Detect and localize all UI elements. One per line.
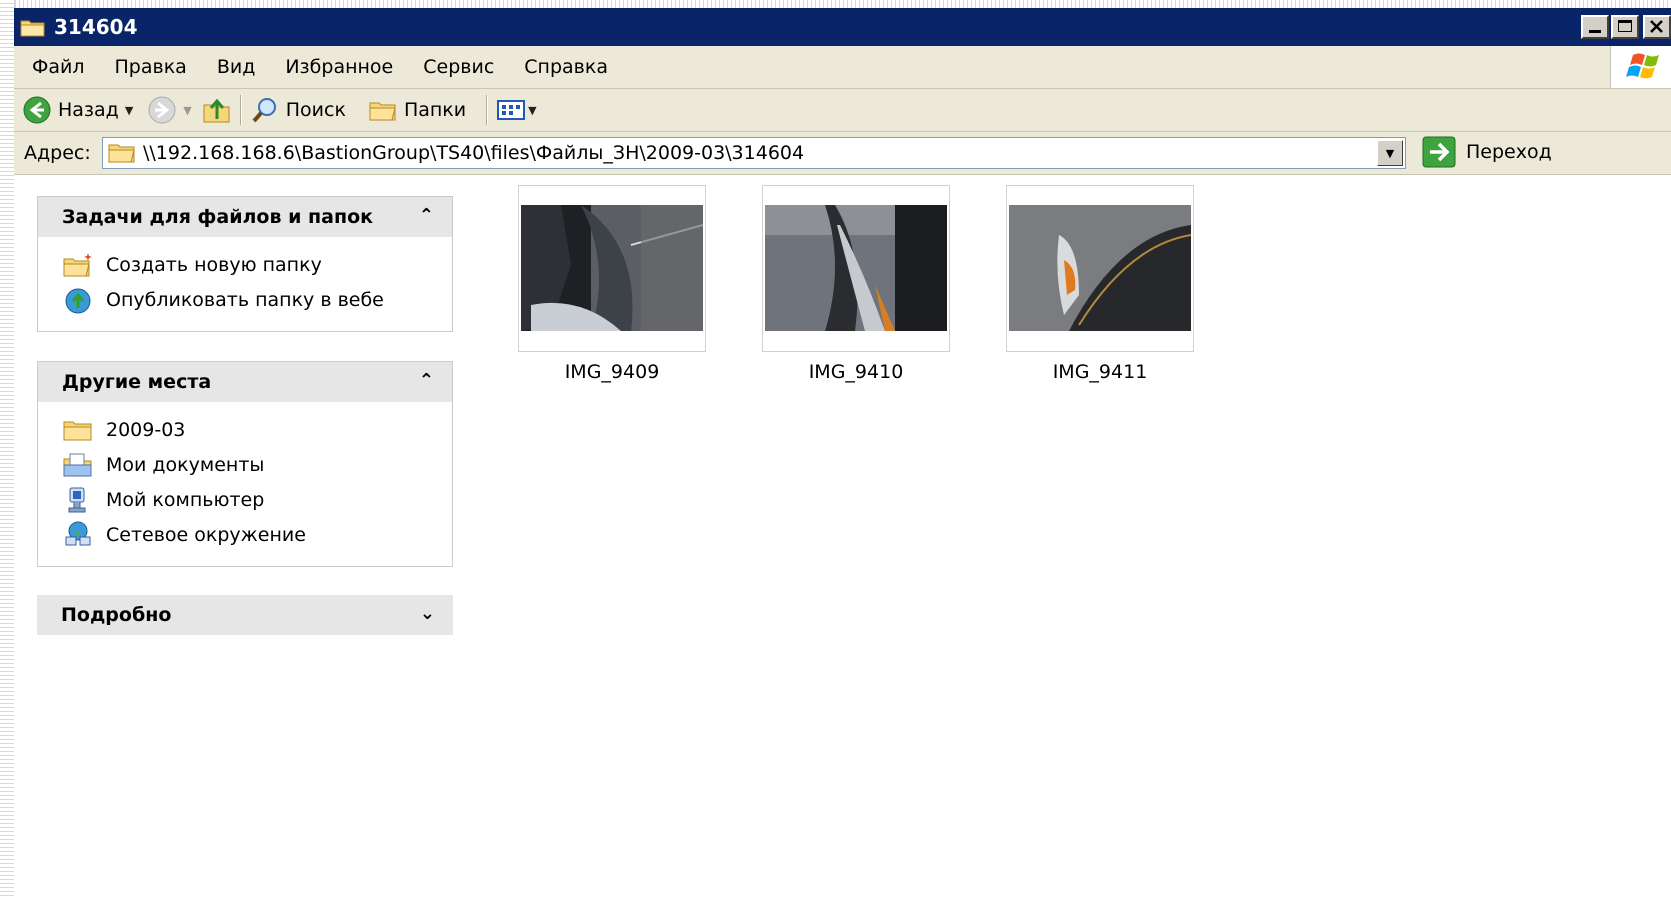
menu-file[interactable]: Файл — [32, 56, 85, 78]
views-icon — [497, 100, 526, 120]
details-pane-header[interactable]: Подробно ⌄ — [37, 595, 453, 635]
menu-favorites[interactable]: Избранное — [285, 56, 393, 78]
folder-icon — [20, 20, 45, 37]
address-path: \\192.168.168.6\BastionGroup\TS40\files\… — [143, 142, 805, 164]
toolbar: Назад ▼ ▼ Поиск Папки ▼ — [14, 89, 1671, 132]
other-places-pane-header[interactable]: Другие места ⌃ — [38, 362, 452, 402]
thumbnail-frame — [1006, 185, 1194, 352]
close-icon — [1650, 20, 1663, 33]
up-folder-button[interactable] — [202, 92, 232, 128]
folders-icon — [369, 102, 396, 121]
back-arrow-icon — [23, 96, 51, 124]
windows-logo — [1610, 46, 1671, 88]
search-button[interactable]: Поиск — [250, 92, 346, 128]
toolbar-separator — [239, 95, 242, 125]
place-network[interactable]: Сетевое окружение — [62, 517, 452, 552]
address-input[interactable]: \\192.168.168.6\BastionGroup\TS40\files\… — [102, 137, 1406, 169]
file-item[interactable]: IMG_9410 — [762, 185, 950, 383]
back-label: Назад — [58, 99, 119, 121]
place-network-label: Сетевое окружение — [106, 523, 306, 546]
publish-web-icon — [65, 288, 91, 313]
expand-chevron-icon[interactable]: ⌄ — [420, 603, 435, 624]
file-name: IMG_9411 — [1052, 361, 1148, 383]
explorer-window: 314604 Файл Правка Вид Избранное Сервис … — [14, 8, 1671, 899]
my-documents-icon — [63, 453, 92, 476]
task-publish-web[interactable]: Опубликовать папку в вебе — [62, 282, 452, 317]
page-border-top — [0, 0, 1671, 8]
menu-tools[interactable]: Сервис — [423, 56, 494, 78]
windows-flag-icon — [1626, 53, 1659, 79]
search-label: Поиск — [285, 99, 346, 121]
new-folder-icon — [63, 252, 92, 276]
minimize-button[interactable] — [1581, 15, 1609, 39]
menu-view[interactable]: Вид — [217, 56, 256, 78]
my-computer-icon — [68, 487, 86, 512]
page-border-left — [0, 0, 15, 899]
place-my-documents-label: Мои документы — [106, 453, 265, 476]
go-button[interactable]: Переход — [1422, 136, 1552, 168]
folder-up-icon — [203, 98, 230, 123]
place-my-computer[interactable]: Мой компьютер — [62, 482, 452, 517]
place-parent-folder-label: 2009-03 — [106, 418, 186, 441]
network-places-icon — [65, 521, 91, 545]
go-arrow-icon — [1422, 136, 1456, 168]
go-label: Переход — [1466, 141, 1552, 163]
collapse-chevron-icon[interactable]: ⌃ — [419, 205, 434, 226]
forward-button[interactable]: ▼ — [147, 92, 192, 128]
place-parent-folder[interactable]: 2009-03 — [62, 412, 452, 447]
file-item[interactable]: IMG_9411 — [1006, 185, 1194, 383]
address-dropdown-button[interactable]: ▼ — [1377, 140, 1403, 166]
folder-icon — [63, 421, 92, 440]
views-dropdown-icon: ▼ — [528, 103, 537, 117]
details-pane: Подробно ⌄ — [37, 595, 453, 635]
forward-dropdown-icon[interactable]: ▼ — [183, 104, 191, 117]
toolbar-separator — [486, 95, 489, 125]
address-label: Адрес: — [24, 142, 91, 164]
address-bar: Адрес: \\192.168.168.6\BastionGroup\TS40… — [14, 132, 1671, 175]
tasks-pane-title: Задачи для файлов и папок — [62, 206, 374, 228]
back-button[interactable]: Назад ▼ — [22, 92, 133, 128]
task-new-folder[interactable]: Создать новую папку — [62, 247, 452, 282]
photo-thumbnail — [521, 205, 703, 331]
menu-bar: Файл Правка Вид Избранное Сервис Справка — [14, 46, 1671, 89]
menu-edit[interactable]: Правка — [115, 56, 187, 78]
place-my-computer-label: Мой компьютер — [106, 488, 265, 511]
close-button[interactable] — [1643, 15, 1671, 39]
task-new-folder-label: Создать новую папку — [106, 253, 322, 276]
maximize-button[interactable] — [1611, 15, 1639, 39]
other-places-pane-title: Другие места — [62, 371, 212, 393]
title-bar[interactable]: 314604 — [14, 8, 1671, 46]
tasks-pane-header[interactable]: Задачи для файлов и папок ⌃ — [38, 197, 452, 237]
folders-button[interactable]: Папки — [368, 92, 466, 128]
menu-help[interactable]: Справка — [524, 56, 608, 78]
task-publish-web-label: Опубликовать папку в вебе — [106, 288, 384, 311]
tasks-pane: Задачи для файлов и папок ⌃ Создать нову… — [37, 196, 453, 332]
folder-icon — [108, 144, 135, 163]
file-name: IMG_9410 — [808, 361, 904, 383]
views-button[interactable]: ▼ — [496, 92, 537, 128]
folders-label: Папки — [403, 99, 467, 121]
thumbnail-frame — [518, 185, 706, 352]
other-places-pane: Другие места ⌃ 2009-03 Мои документы Мой… — [37, 361, 453, 567]
place-my-documents[interactable]: Мои документы — [62, 447, 452, 482]
file-item[interactable]: IMG_9409 — [518, 185, 706, 383]
thumbnail-frame — [762, 185, 950, 352]
photo-thumbnail — [1009, 205, 1191, 331]
forward-arrow-icon — [148, 96, 176, 124]
search-icon — [252, 98, 276, 123]
details-pane-title: Подробно — [61, 604, 172, 626]
file-name: IMG_9409 — [564, 361, 660, 383]
photo-thumbnail — [765, 205, 947, 331]
back-dropdown-icon[interactable]: ▼ — [125, 104, 133, 117]
collapse-chevron-icon[interactable]: ⌃ — [419, 370, 434, 391]
window-title: 314604 — [54, 15, 138, 39]
